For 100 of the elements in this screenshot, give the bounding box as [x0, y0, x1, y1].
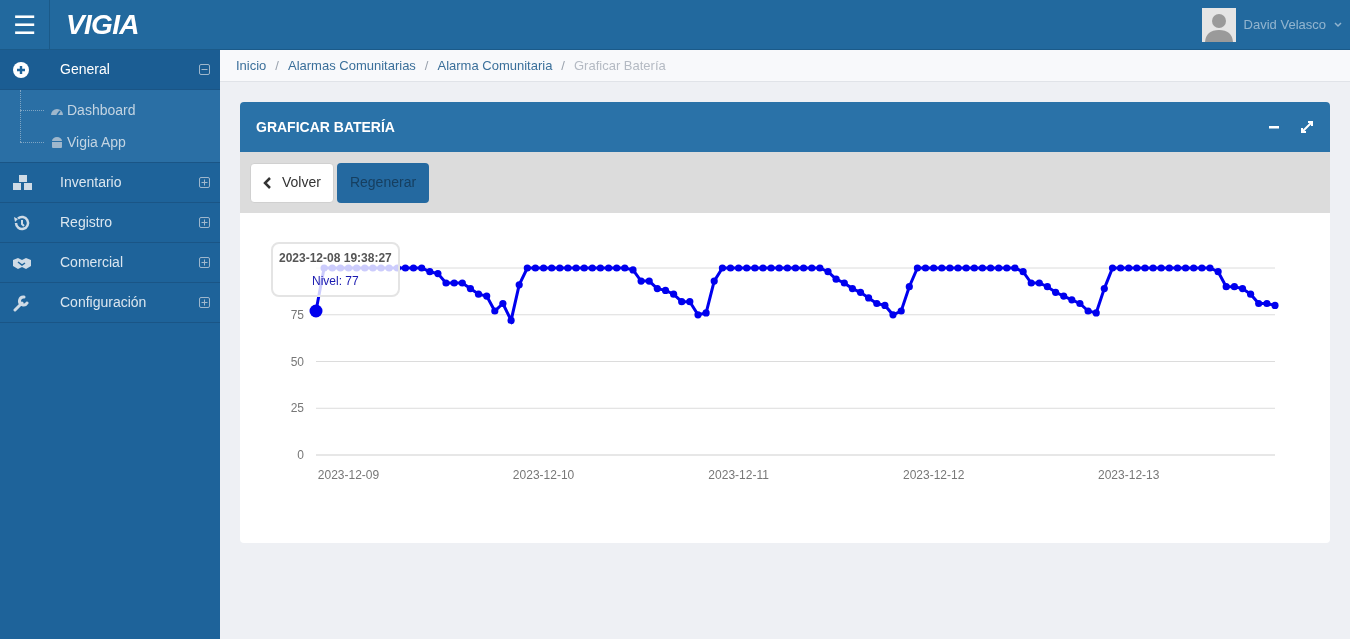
data-point[interactable]	[1238, 285, 1247, 293]
data-point[interactable]	[540, 264, 548, 272]
data-point[interactable]	[1206, 264, 1214, 272]
data-point[interactable]	[645, 277, 653, 285]
data-point[interactable]	[418, 264, 426, 272]
data-point[interactable]	[905, 283, 913, 291]
data-point[interactable]	[596, 264, 604, 272]
sidebar-item[interactable]: Configuración	[0, 283, 220, 323]
data-point[interactable]	[1052, 288, 1060, 296]
data-point[interactable]	[856, 288, 865, 296]
data-point[interactable]	[873, 299, 881, 308]
data-point[interactable]	[523, 264, 531, 272]
data-point[interactable]	[1271, 301, 1279, 309]
data-point[interactable]	[1027, 279, 1035, 287]
data-point[interactable]	[1076, 299, 1084, 308]
data-point[interactable]	[938, 264, 946, 272]
data-point[interactable]	[1182, 264, 1190, 272]
data-point[interactable]	[816, 264, 824, 272]
data-point[interactable]	[426, 268, 434, 276]
data-point[interactable]	[913, 264, 921, 272]
caret-icon[interactable]	[1334, 21, 1342, 28]
data-point[interactable]	[507, 316, 515, 324]
user-name[interactable]: David Velasco	[1243, 14, 1326, 35]
data-point[interactable]	[1125, 264, 1133, 272]
data-point[interactable]	[1003, 264, 1011, 272]
data-point[interactable]	[1214, 268, 1222, 276]
highlighted-point[interactable]	[309, 304, 323, 318]
data-point[interactable]	[442, 279, 450, 287]
menu-button[interactable]: ☰	[13, 11, 36, 38]
data-point[interactable]	[580, 264, 588, 272]
data-point[interactable]	[832, 275, 840, 283]
data-point[interactable]	[474, 290, 483, 298]
data-point[interactable]	[401, 264, 409, 272]
data-point[interactable]	[1141, 264, 1149, 272]
data-point[interactable]	[653, 285, 661, 293]
data-point[interactable]	[1198, 264, 1206, 272]
sidebar-subitem[interactable]: Dashboard	[67, 99, 136, 121]
data-point[interactable]	[808, 264, 816, 272]
data-point[interactable]	[930, 264, 938, 272]
data-point[interactable]	[1011, 264, 1019, 272]
data-point[interactable]	[466, 285, 474, 293]
data-point[interactable]	[491, 307, 499, 315]
data-point[interactable]	[751, 264, 759, 272]
data-point[interactable]	[726, 264, 735, 272]
data-point[interactable]	[556, 264, 564, 272]
data-point[interactable]	[710, 277, 718, 285]
data-point[interactable]	[970, 264, 978, 272]
data-point[interactable]	[881, 301, 889, 309]
data-point[interactable]	[694, 311, 702, 319]
data-point[interactable]	[678, 298, 686, 306]
data-point[interactable]	[995, 264, 1003, 272]
expand-icon[interactable]	[199, 297, 210, 308]
data-point[interactable]	[897, 307, 905, 315]
data-point[interactable]	[613, 264, 621, 272]
data-point[interactable]	[531, 264, 539, 272]
data-point[interactable]	[783, 264, 791, 272]
data-point[interactable]	[483, 292, 491, 300]
expand-icon[interactable]	[199, 177, 210, 188]
data-point[interactable]	[1222, 283, 1230, 291]
data-point[interactable]	[588, 264, 596, 272]
breadcrumb-link[interactable]: Alarmas Comunitarias	[288, 55, 416, 76]
data-point[interactable]	[1133, 264, 1141, 272]
data-point[interactable]	[1019, 268, 1027, 276]
back-button[interactable]: Volver	[250, 162, 334, 203]
data-point[interactable]	[1190, 264, 1198, 272]
data-point[interactable]	[409, 264, 418, 272]
data-point[interactable]	[458, 279, 466, 287]
data-point[interactable]	[1263, 299, 1271, 308]
sidebar-subitem[interactable]: Vigia App	[67, 131, 126, 153]
data-point[interactable]	[1035, 279, 1043, 287]
data-point[interactable]	[1157, 264, 1165, 272]
data-point[interactable]	[946, 264, 954, 272]
data-point[interactable]	[1068, 296, 1076, 304]
data-point[interactable]	[775, 264, 783, 272]
data-point[interactable]	[621, 264, 629, 272]
data-point[interactable]	[743, 264, 751, 272]
data-point[interactable]	[1255, 299, 1263, 308]
data-point[interactable]	[1230, 283, 1238, 291]
data-point[interactable]	[800, 264, 808, 272]
data-point[interactable]	[434, 270, 442, 278]
data-point[interactable]	[962, 264, 970, 272]
data-point[interactable]	[702, 309, 710, 317]
sidebar-item[interactable]: Registro	[0, 203, 220, 243]
data-point[interactable]	[759, 264, 767, 272]
data-point[interactable]	[978, 264, 986, 272]
sidebar-item[interactable]: Comercial	[0, 243, 220, 283]
expand-icon[interactable]	[199, 257, 210, 268]
data-point[interactable]	[1084, 307, 1092, 315]
data-point[interactable]	[686, 298, 694, 306]
data-point[interactable]	[1247, 290, 1255, 298]
collapse-icon[interactable]	[199, 64, 210, 75]
breadcrumb-link[interactable]: Alarma Comunitaria	[437, 55, 553, 76]
data-point[interactable]	[515, 281, 523, 289]
data-point[interactable]	[848, 285, 856, 293]
data-point[interactable]	[548, 264, 556, 272]
data-point[interactable]	[450, 279, 458, 287]
data-point[interactable]	[1092, 309, 1100, 317]
data-point[interactable]	[865, 294, 873, 302]
data-point[interactable]	[987, 264, 995, 272]
data-point[interactable]	[921, 264, 930, 272]
